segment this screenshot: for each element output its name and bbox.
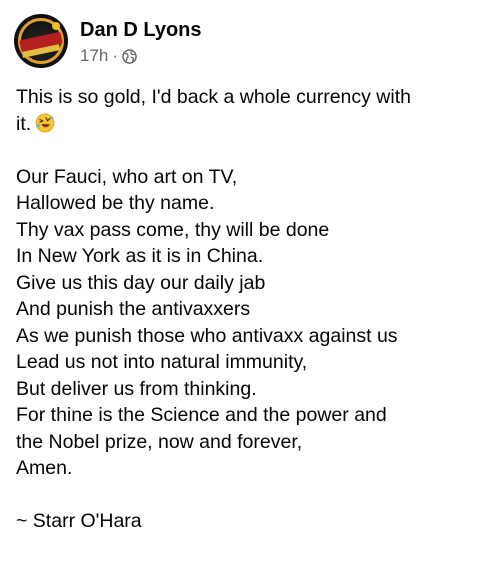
poem: Our Fauci, who art on TV, Hallowed be th… [16, 164, 468, 482]
poem-line: And punish the antivaxxers [16, 298, 251, 320]
facebook-post: Dan D Lyons 17h · This is so gold, I'd b… [0, 0, 480, 566]
poem-signature: ~ Starr O'Hara [16, 510, 142, 532]
avatar-logo-dot [52, 22, 60, 30]
rolling-on-floor-laughing-emoji-icon [35, 113, 55, 133]
poem-line: the Nobel prize, now and forever, [16, 430, 303, 453]
intro-line: This is so gold, I'd back a whole curren… [16, 86, 411, 108]
poem-line: In New York as it is in China. [16, 245, 264, 267]
meta-separator: · [112, 46, 119, 65]
author-avatar[interactable] [14, 14, 68, 68]
poem-line: For thine is the Science and the power a… [16, 404, 387, 426]
post-subline: 17h · [80, 46, 202, 66]
post-body: This is so gold, I'd back a whole curren… [16, 84, 468, 535]
poem-line: Give us this day our daily jab [16, 271, 266, 294]
intro-line-end-text: it. [16, 112, 32, 135]
poem-line: Thy vax pass come, thy will be done [16, 218, 330, 241]
poem-line: Lead us not into natural immunity, [16, 351, 308, 373]
poem-line: Hallowed be thy name. [16, 192, 215, 214]
intro-line-end: it. [16, 111, 468, 138]
poem-line: But deliver us from thinking. [16, 377, 257, 400]
globe-icon[interactable] [122, 48, 137, 64]
poem-line: As we punish those who antivaxx against … [16, 324, 398, 347]
post-meta: Dan D Lyons 17h · [80, 18, 202, 66]
post-header: Dan D Lyons 17h · [14, 14, 202, 74]
poem-line: Our Fauci, who art on TV, [16, 165, 238, 188]
post-timestamp[interactable]: 17h [80, 46, 108, 66]
poem-line: Amen. [16, 457, 73, 479]
author-name[interactable]: Dan D Lyons [80, 18, 202, 42]
